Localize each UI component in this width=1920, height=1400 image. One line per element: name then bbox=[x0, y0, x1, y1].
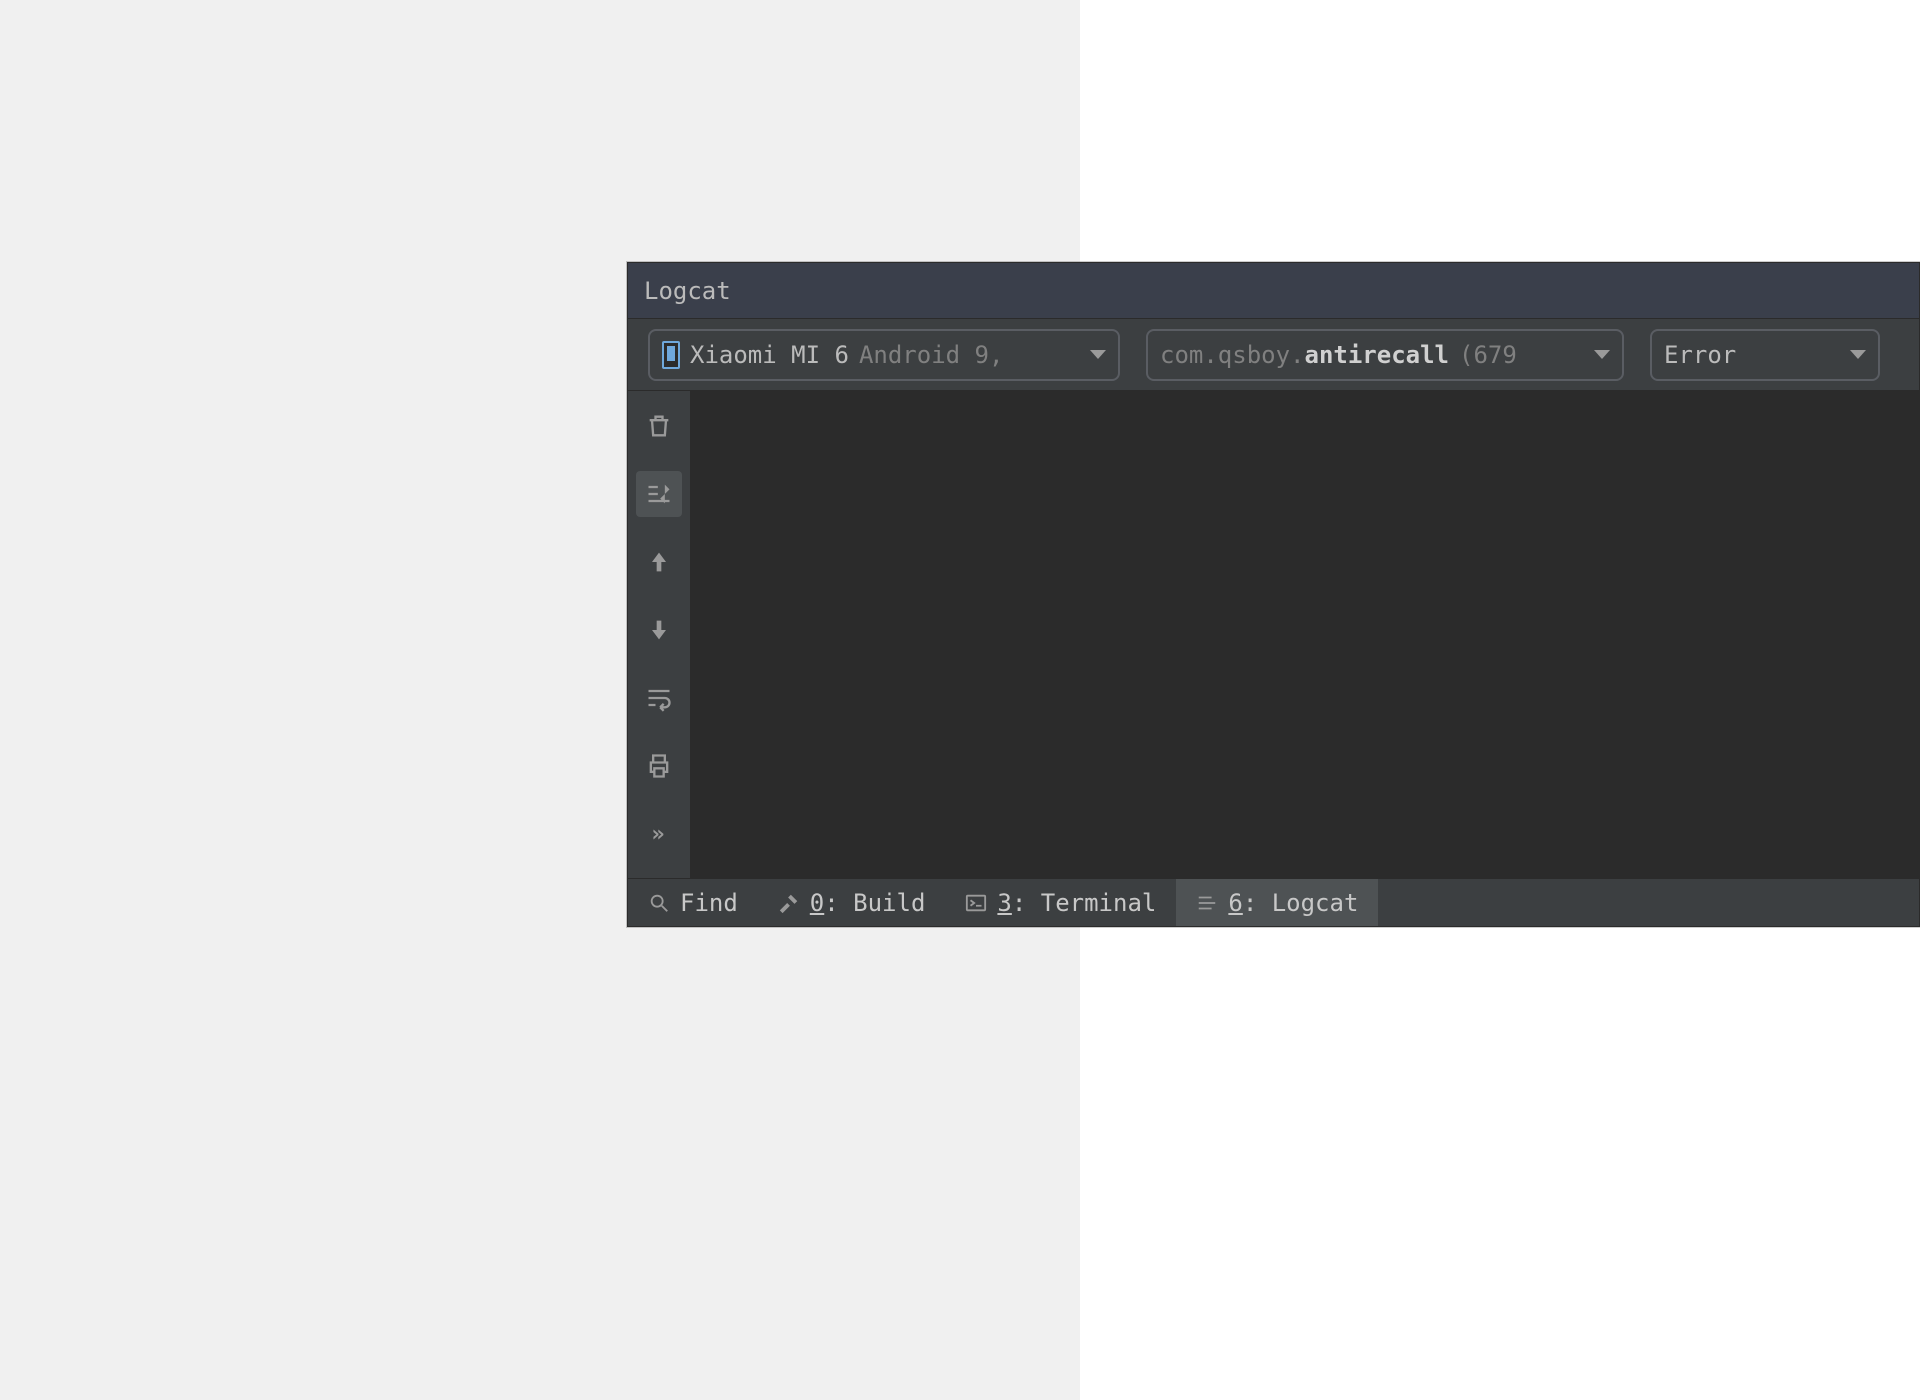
process-selector[interactable]: com.qsboy.antirecall (679 bbox=[1146, 329, 1624, 381]
log-level: Error bbox=[1664, 341, 1736, 369]
chevron-down-icon bbox=[1594, 350, 1610, 359]
logcat-body: » bbox=[628, 391, 1919, 878]
device-name: Xiaomi MI 6 bbox=[690, 341, 849, 369]
tab-find[interactable]: Find bbox=[628, 879, 758, 926]
soft-wrap-button[interactable] bbox=[636, 675, 682, 721]
tab-terminal[interactable]: 3: Terminal bbox=[945, 879, 1176, 926]
tab-logcat[interactable]: 6: Logcat bbox=[1176, 879, 1378, 926]
tab-logcat-mnemonic: 6 bbox=[1228, 889, 1242, 917]
tab-terminal-mnemonic: 3 bbox=[997, 889, 1011, 917]
logcat-panel: Logcat Xiaomi MI 6 Android 9, com.qsboy.… bbox=[627, 262, 1920, 927]
phone-icon bbox=[662, 341, 680, 369]
terminal-icon bbox=[965, 892, 987, 914]
tab-build-label: : Build bbox=[824, 889, 925, 917]
logcat-filter-row: Xiaomi MI 6 Android 9, com.qsboy.antirec… bbox=[628, 319, 1919, 391]
device-os: Android 9, bbox=[859, 341, 1004, 369]
tab-logcat-label: : Logcat bbox=[1243, 889, 1359, 917]
chevron-down-icon bbox=[1090, 350, 1106, 359]
clear-log-button[interactable] bbox=[636, 403, 682, 449]
log-output-area[interactable] bbox=[690, 391, 1919, 878]
chevron-down-icon bbox=[1850, 350, 1866, 359]
panel-title-bar[interactable]: Logcat bbox=[628, 263, 1919, 319]
logcat-side-toolbar: » bbox=[628, 391, 690, 878]
tab-terminal-label: : Terminal bbox=[1012, 889, 1157, 917]
panel-title: Logcat bbox=[644, 277, 731, 305]
search-icon bbox=[648, 892, 670, 914]
logcat-icon bbox=[1196, 892, 1218, 914]
process-prefix: com.qsboy. bbox=[1160, 341, 1305, 369]
tab-build[interactable]: 0: Build bbox=[758, 879, 946, 926]
tab-build-mnemonic: 0 bbox=[810, 889, 824, 917]
up-stack-button[interactable] bbox=[636, 539, 682, 585]
device-selector[interactable]: Xiaomi MI 6 Android 9, bbox=[648, 329, 1120, 381]
process-pid: (679 bbox=[1459, 341, 1517, 369]
hammer-icon bbox=[778, 892, 800, 914]
tab-find-label: Find bbox=[680, 889, 738, 917]
more-actions-button[interactable]: » bbox=[636, 811, 682, 857]
tool-window-tabs: Find 0: Build 3: Terminal 6: Logcat bbox=[628, 878, 1919, 926]
more-icon: » bbox=[651, 822, 666, 847]
print-button[interactable] bbox=[636, 743, 682, 789]
scroll-to-end-button[interactable] bbox=[636, 471, 682, 517]
process-bold: antirecall bbox=[1305, 341, 1450, 369]
down-stack-button[interactable] bbox=[636, 607, 682, 653]
log-level-selector[interactable]: Error bbox=[1650, 329, 1880, 381]
